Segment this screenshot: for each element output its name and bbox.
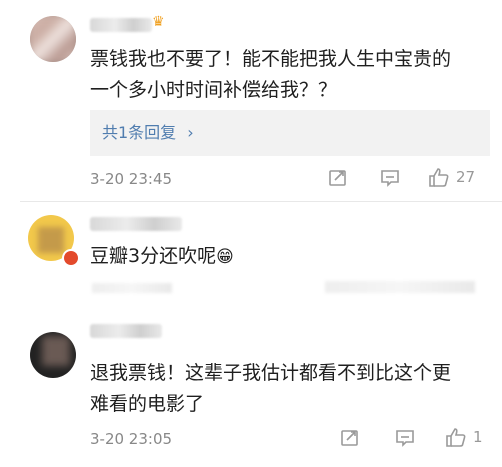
grin-emoji-icon: 😁	[216, 247, 234, 267]
chevron-right-icon: ›	[187, 123, 194, 142]
comment-button[interactable]	[395, 428, 415, 448]
comment-text-line: 票钱我也不要了！能不能把我人生中宝贵的	[90, 48, 452, 70]
comment-icon	[381, 170, 399, 187]
comment-button[interactable]	[380, 168, 400, 188]
replies-label: 共1条回复	[102, 123, 177, 142]
like-button[interactable]: 27	[428, 166, 475, 188]
comment-text-line: 豆瓣3分还吹呢	[90, 245, 217, 267]
comment-text: 豆瓣3分还吹呢😁	[90, 241, 490, 273]
crown-icon: ♛	[152, 14, 165, 30]
repost-button[interactable]	[328, 168, 348, 188]
comment-text-line: 一个多小时时间补偿给我？？	[90, 79, 338, 101]
repost-icon	[329, 170, 346, 186]
username[interactable]	[90, 324, 162, 338]
meta-row-obscured	[92, 283, 172, 293]
repost-icon	[341, 430, 358, 446]
comment-text-line: 退我票钱！这辈子我估计都看不到比这个更	[90, 362, 452, 384]
badge-icon	[62, 249, 80, 267]
like-count: 1	[473, 428, 483, 446]
repost-button[interactable]	[340, 428, 360, 448]
thumbs-up-icon	[446, 428, 466, 447]
username[interactable]	[90, 18, 152, 32]
comment-2: 豆瓣3分还吹呢😁	[0, 205, 502, 305]
username[interactable]	[90, 217, 182, 231]
comment-text-line: 难看的电影了	[90, 393, 205, 415]
comment-1: ♛ 票钱我也不要了！能不能把我人生中宝贵的 一个多小时时间补偿给我？？ 共1条回…	[0, 0, 502, 200]
replies-link[interactable]: 共1条回复 ›	[90, 110, 490, 156]
timestamp: 3-20 23:45	[90, 170, 173, 188]
avatar[interactable]	[30, 16, 76, 62]
comment-icon	[396, 430, 414, 447]
timestamp: 3-20 23:05	[90, 430, 173, 448]
comment-3: 退我票钱！这辈子我估计都看不到比这个更 难看的电影了 3-20 23:05 1	[0, 318, 502, 467]
avatar[interactable]	[30, 332, 76, 378]
actions-obscured	[325, 281, 475, 293]
like-button[interactable]: 1	[445, 426, 483, 448]
comment-text: 票钱我也不要了！能不能把我人生中宝贵的 一个多小时时间补偿给我？？	[90, 44, 490, 106]
divider	[20, 201, 502, 202]
comment-text: 退我票钱！这辈子我估计都看不到比这个更 难看的电影了	[90, 358, 490, 420]
thumbs-up-icon	[429, 168, 449, 187]
like-count: 27	[456, 168, 476, 186]
